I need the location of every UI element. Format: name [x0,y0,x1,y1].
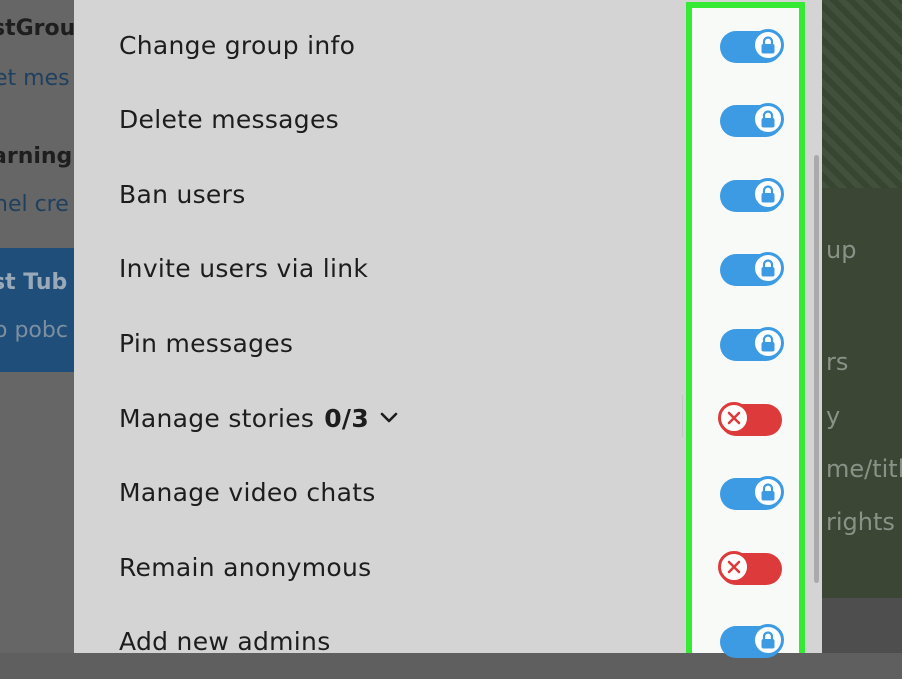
close-x-icon [727,560,741,574]
permission-label: Remain anonymous [119,553,372,582]
background-wallpaper [822,0,902,188]
lock-icon [761,185,775,203]
lock-icon [761,259,775,277]
lock-icon [761,483,775,501]
background-chat-title: st Tub [0,270,68,295]
toggle-change-group-info[interactable] [720,29,784,63]
background-chat-item-selected: st Tub o pobc [0,248,74,372]
toggle-remain-anonymous[interactable] [718,551,782,585]
permission-row-remain-anonymous[interactable]: Remain anonymous [74,531,822,605]
permission-label: Delete messages [119,105,339,134]
permission-label-group: Manage stories 0/3 [119,382,399,456]
background-group-info: up rs y me/titl rights [822,0,902,653]
permission-row-ban-users[interactable]: Ban users [74,158,822,232]
admin-rights-dialog: Change group info Delete messages Ban us… [74,0,822,658]
permission-row-add-new-admins[interactable]: Add new admins [74,605,822,679]
toggle-knob [718,402,750,434]
toggle-knob [752,178,784,210]
background-chat-list: stGrou et mes arning nel cre st Tub o po… [0,0,74,653]
chevron-down-icon[interactable] [379,412,399,424]
toggle-knob [752,103,784,135]
permission-label: Manage stories [119,404,315,433]
close-x-icon [727,411,741,425]
lock-icon [761,36,775,54]
lock-icon [761,110,775,128]
permission-row-pin-messages[interactable]: Pin messages [74,307,822,381]
permission-label: Change group info [119,31,356,60]
background-chat-item: stGrou et mes [0,0,74,91]
toggle-knob [752,29,784,61]
permission-row-manage-video-chats[interactable]: Manage video chats [74,456,822,530]
permission-row-change-group-info[interactable]: Change group info [74,9,822,83]
background-info-text: rs [826,348,849,376]
background-info-text: rights [826,508,895,536]
toggle-pin-messages[interactable] [720,327,784,361]
background-info-text: up [826,236,857,264]
permission-label: Invite users via link [119,254,369,283]
permission-row-invite-users-via-link[interactable]: Invite users via link [74,232,822,306]
background-chat-preview: nel cre [0,192,69,217]
background-chat-title: stGrou [0,16,74,41]
toggle-knob [752,327,784,359]
toggle-knob [718,551,750,583]
toggle-knob [752,624,784,656]
permission-label: Ban users [119,180,246,209]
background-chat-preview: o pobc [0,318,68,343]
permission-label: Add new admins [119,627,331,656]
background-info-text: me/titl [826,455,902,483]
background-chat-preview: et mes [0,66,70,91]
background-chat-title: arning [0,144,73,169]
permission-row-delete-messages[interactable]: Delete messages [74,83,822,157]
background-info-text: y [826,402,841,430]
permission-count: 0/3 [324,404,370,433]
toggle-manage-stories[interactable] [718,402,782,436]
permission-label: Pin messages [119,329,294,358]
permission-row-manage-stories[interactable]: Manage stories 0/3 [74,382,822,456]
background-chat-item: arning nel cre [0,128,74,217]
lock-icon [761,334,775,352]
toggle-manage-video-chats[interactable] [720,476,784,510]
toggle-delete-messages[interactable] [720,103,784,137]
lock-icon [761,631,775,649]
toggle-knob [752,252,784,284]
toggle-invite-users-via-link[interactable] [720,252,784,286]
toggle-add-new-admins[interactable] [720,624,784,658]
permission-label: Manage video chats [119,478,376,507]
toggle-knob [752,476,784,508]
toggle-ban-users[interactable] [720,178,784,212]
